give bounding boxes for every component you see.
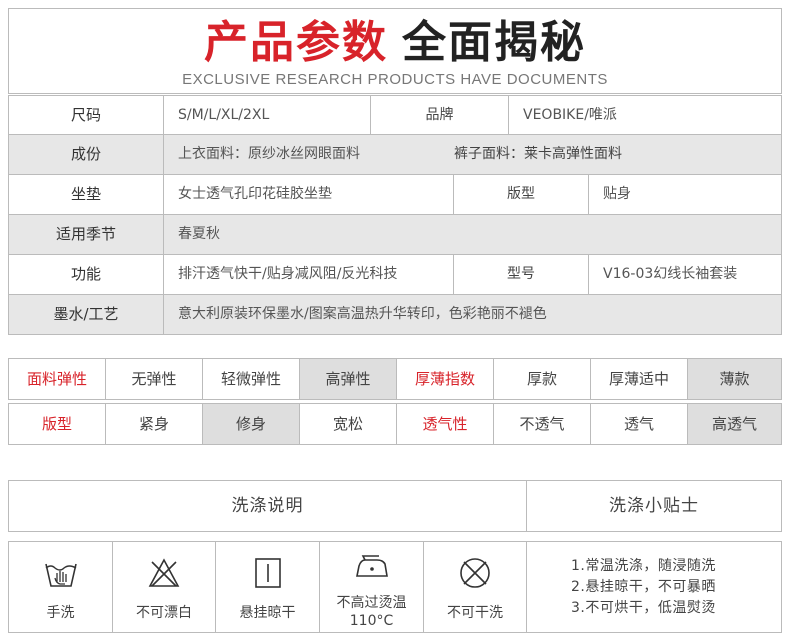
thickness-option: 厚款 — [494, 359, 591, 399]
elasticity-option: 无弹性 — [106, 359, 203, 399]
washing-body: 手洗 不可漂白 悬挂晾干 不高过烫温 110°C 不可干洗 1.常温洗涤，随浸随… — [8, 541, 782, 633]
wash-item-iron: 不高过烫温 110°C — [320, 542, 424, 632]
washing-tip: 1.常温洗涤，随浸随洗 — [571, 558, 716, 574]
wash-label: 不可干洗 — [447, 605, 503, 621]
spec-label-pad: 坐垫 — [9, 175, 164, 214]
page-title: 产品参数 全面揭秘 — [9, 15, 781, 71]
spec-value-fit: 贴身 — [603, 186, 631, 202]
spec-value-material-top: 上衣面料：原纱冰丝网眼面料 — [178, 146, 360, 162]
fit-option-selected: 修身 — [203, 404, 300, 444]
wash-label: 悬挂晾干 — [239, 605, 296, 621]
hang-dry-icon — [216, 556, 319, 590]
hand-wash-icon — [9, 556, 112, 590]
spec-row-season: 适用季节 春夏秋 — [8, 215, 782, 255]
iron-icon — [320, 552, 423, 586]
no-dry-clean-icon — [424, 556, 526, 590]
spec-value-season: 春夏秋 — [178, 226, 220, 242]
spec-value-function: 排汗透气快干/贴身减风阻/反光科技 — [164, 255, 454, 294]
washing-tips: 1.常温洗涤，随浸随洗 2.悬挂晾干，不可暴晒 3.不可烘干，低温熨烫 — [527, 542, 781, 632]
title-black-part: 全面揭秘 — [402, 17, 586, 68]
elasticity-option-selected: 高弹性 — [300, 359, 397, 399]
wash-item-no-bleach: 不可漂白 — [113, 542, 216, 632]
breath-option: 不透气 — [494, 404, 591, 444]
elasticity-option: 轻微弹性 — [203, 359, 300, 399]
spec-label-season: 适用季节 — [9, 215, 164, 254]
property-row-fit-breath: 版型 紧身 修身 宽松 透气性 不透气 透气 高透气 — [8, 403, 782, 445]
elasticity-label: 面料弹性 — [9, 359, 106, 399]
spec-row-function: 功能 排汗透气快干/贴身减风阻/反光科技 型号 V16-03幻线长袖套装 — [8, 255, 782, 295]
wash-item-hand-wash: 手洗 — [9, 542, 113, 632]
spec-value-ink: 意大利原装环保墨水/图案高温热升华转印，色彩艳丽不褪色 — [178, 306, 547, 322]
thickness-option-selected: 薄款 — [688, 359, 781, 399]
breath-label: 透气性 — [397, 404, 494, 444]
spec-label-fit: 版型 — [454, 175, 589, 214]
spec-value-model: V16-03幻线长袖套装 — [603, 266, 738, 282]
spec-label-model: 型号 — [454, 255, 589, 294]
washing-header: 洗涤说明 洗涤小贴士 — [8, 480, 782, 532]
spec-label-ink: 墨水/工艺 — [9, 295, 164, 334]
wash-label: 手洗 — [46, 605, 75, 621]
spec-label-brand: 品牌 — [371, 96, 509, 135]
breath-option-selected: 高透气 — [688, 404, 781, 444]
spec-label-material: 成份 — [9, 135, 164, 174]
property-row-elasticity-thickness: 面料弹性 无弹性 轻微弹性 高弹性 厚薄指数 厚款 厚薄适中 薄款 — [8, 358, 782, 400]
no-bleach-icon — [113, 556, 215, 590]
iron-label-line2: 110°C — [349, 613, 394, 629]
thickness-label: 厚薄指数 — [397, 359, 494, 399]
spec-value-pad: 女士透气孔印花硅胶坐垫 — [164, 175, 454, 214]
washing-heading: 洗涤说明 — [9, 481, 527, 531]
wash-label: 不可漂白 — [136, 605, 192, 621]
wash-item-hang-dry: 悬挂晾干 — [216, 542, 320, 632]
spec-row-ink: 墨水/工艺 意大利原装环保墨水/图案高温热升华转印，色彩艳丽不褪色 — [8, 295, 782, 335]
spec-value-size: S/M/L/XL/2XL — [164, 96, 371, 135]
spec-row-material: 成份 上衣面料：原纱冰丝网眼面料 裤子面料：莱卡高弹性面料 — [8, 135, 782, 175]
washing-tip: 2.悬挂晾干，不可暴晒 — [571, 579, 716, 595]
fit-option: 紧身 — [106, 404, 203, 444]
wash-item-no-dry-clean: 不可干洗 — [424, 542, 527, 632]
page-subtitle: EXCLUSIVE RESEARCH PRODUCTS HAVE DOCUMEN… — [182, 71, 608, 88]
spec-label-function: 功能 — [9, 255, 164, 294]
breath-option: 透气 — [591, 404, 688, 444]
washing-tip: 3.不可烘干，低温熨烫 — [571, 600, 716, 616]
header-banner: 产品参数 全面揭秘 EXCLUSIVE RESEARCH PRODUCTS HAV… — [8, 8, 782, 94]
iron-label: 不高过烫温 110°C — [320, 594, 423, 630]
spec-row-size: 尺码 S/M/L/XL/2XL 品牌 VEOBIKE/唯派 — [8, 95, 782, 135]
thickness-option: 厚薄适中 — [591, 359, 688, 399]
washing-tips-heading: 洗涤小贴士 — [609, 496, 699, 516]
iron-label-line1: 不高过烫温 — [336, 595, 407, 611]
spec-value-material-pants: 裤子面料：莱卡高弹性面料 — [454, 146, 622, 162]
spec-value-brand: VEOBIKE/唯派 — [523, 107, 617, 123]
title-red-part: 产品参数 — [204, 17, 388, 68]
fit-option: 宽松 — [300, 404, 397, 444]
spec-row-pad: 坐垫 女士透气孔印花硅胶坐垫 版型 贴身 — [8, 175, 782, 215]
fit-label: 版型 — [9, 404, 106, 444]
spec-label-size: 尺码 — [9, 96, 164, 135]
